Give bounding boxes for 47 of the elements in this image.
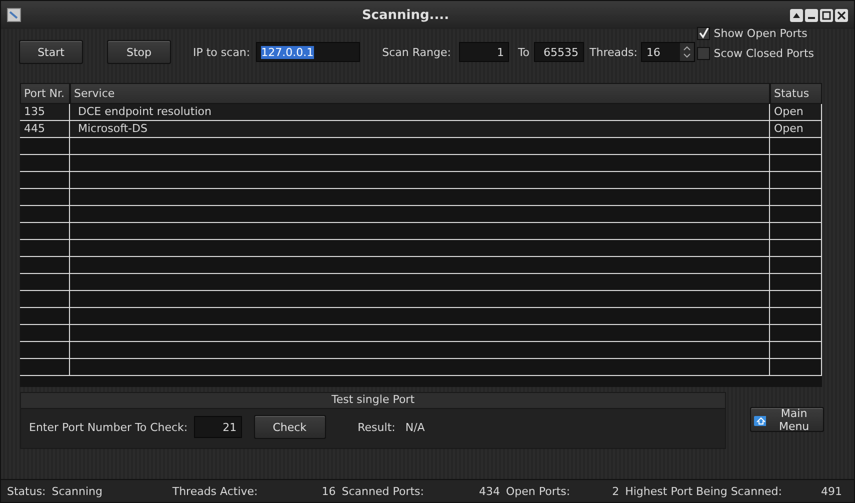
range-from-field[interactable]: 1	[458, 42, 509, 62]
main-menu-button[interactable]: Main Menu	[750, 407, 824, 432]
threads-spinner[interactable]: 16	[641, 42, 696, 62]
checkbox-label: Scow Closed Ports	[714, 47, 814, 60]
status-label: Threads Active:	[172, 484, 258, 498]
maximize-icon[interactable]	[820, 8, 833, 22]
ip-label: IP to scan:	[193, 46, 250, 58]
table-cell: Open	[770, 121, 822, 137]
check-button[interactable]: Check	[254, 415, 326, 439]
table-cell: 135	[20, 104, 70, 120]
to-label: To	[518, 46, 530, 58]
column-header[interactable]: Port Nr.	[20, 83, 70, 104]
status-label: Status:	[7, 484, 46, 498]
table-cell: 445	[20, 121, 70, 137]
range-to-field[interactable]: 65535	[534, 42, 584, 62]
stop-button[interactable]: Stop	[107, 40, 171, 64]
status-label: Open Ports:	[506, 484, 570, 498]
result-label: Result:	[358, 420, 396, 434]
status-value: 2	[611, 484, 620, 498]
ip-field[interactable]: 127.0.0.1	[256, 42, 360, 62]
status-value: 434	[478, 484, 500, 498]
table-cell: Open	[770, 104, 822, 120]
table-cell: Microsoft-DS	[70, 121, 770, 137]
checkbox[interactable]	[696, 27, 710, 40]
threads-label: Threads:	[590, 46, 638, 58]
app-icon	[7, 8, 21, 22]
status-label: Scanned Ports:	[342, 484, 424, 498]
status-value: 16	[320, 484, 336, 498]
scan-range-label: Scan Range:	[382, 46, 451, 58]
table-cell: DCE endpoint resolution	[70, 104, 770, 120]
minimize-icon[interactable]	[805, 8, 818, 22]
close-icon[interactable]	[835, 8, 848, 22]
status-label: Highest Port Being Scanned:	[625, 484, 782, 498]
checkbox[interactable]	[696, 47, 710, 60]
status-value: Scanning	[52, 484, 102, 498]
home-icon	[754, 414, 766, 426]
checkbox-label: Show Open Ports	[714, 27, 808, 40]
port-label: Enter Port Number To Check:	[29, 420, 188, 434]
window-title: Scanning....	[360, 8, 450, 22]
status-value: 491	[820, 484, 842, 498]
column-header[interactable]: Service	[70, 83, 770, 104]
column-header[interactable]: Status	[770, 83, 822, 104]
start-button[interactable]: Start	[19, 40, 83, 64]
port-field[interactable]: 21	[194, 416, 242, 438]
collapse-icon[interactable]	[790, 8, 803, 22]
panel-title: Test single Port	[21, 393, 725, 409]
result-value: N/A	[405, 420, 425, 434]
